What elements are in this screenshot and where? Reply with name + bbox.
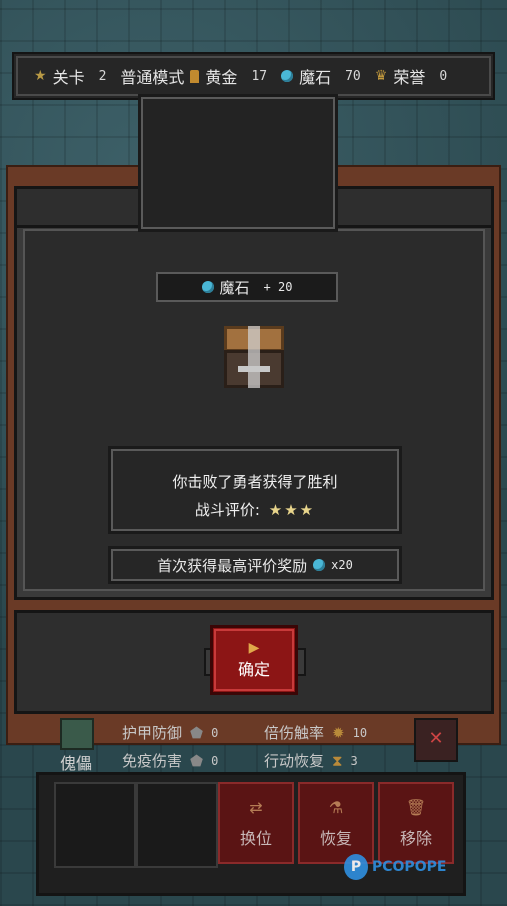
burst-icon: ✹ [332, 723, 345, 742]
confirm-button[interactable]: ▶ 确定 [210, 625, 298, 695]
restore-button[interactable]: ⚗ 恢复 [298, 782, 374, 864]
star-icon: ★ [34, 68, 47, 84]
victory-message-panel: 你击败了勇者获得了胜利 战斗评价: ★★★ [108, 446, 402, 534]
honor-value: 0 [439, 68, 448, 84]
honor-label: 荣誉 [393, 68, 426, 87]
reward-amount: + 20 [263, 280, 293, 294]
resource-bar: ★ 关卡 2 普通模式 黄金 17 魔石 70 ♛ 荣誉 0 [12, 52, 495, 100]
first-reward-amount: x20 [331, 558, 353, 572]
reward-label: 魔石 + 20 [156, 272, 338, 302]
swap-icon: ⇄ [249, 798, 263, 817]
rating-label: 战斗评价: [194, 501, 260, 519]
rating-stars: ★★★ [268, 501, 316, 519]
victory-message: 你击败了勇者获得了胜利 [172, 473, 338, 491]
watermark-logo: P PCOPOPE [344, 854, 446, 880]
empty-slot[interactable] [136, 782, 218, 868]
logo-icon: P [344, 854, 368, 880]
play-icon: ▶ [248, 640, 260, 656]
reward-name: 魔石 [219, 278, 250, 297]
gold-icon [190, 69, 200, 83]
treasure-chest-icon [224, 326, 284, 388]
shield-icon: ⬟ [190, 723, 204, 742]
victory-dialog: 游戏胜利 [14, 186, 494, 600]
close-icon[interactable]: ✕ [414, 718, 458, 762]
stat-armor: 护甲防御 ⬟ 0 [122, 723, 219, 743]
remove-button[interactable]: 🗑 移除 [378, 782, 454, 864]
empty-slot[interactable] [54, 782, 136, 868]
level-value: 2 [98, 68, 107, 84]
stat-immune: 免疫伤害 ⬟ 0 [122, 751, 219, 771]
stat-recovery: 行动恢复 ⧗ 3 [264, 751, 358, 771]
swap-button[interactable]: ⇄ 换位 [218, 782, 294, 864]
potion-icon: ⚗ [328, 798, 344, 817]
first-reward-text: 首次获得最高评价奖励 [157, 556, 308, 575]
battle-rating: 战斗评价: ★★★ [111, 499, 399, 520]
gem-value: 70 [345, 68, 361, 84]
reward-panel [138, 94, 338, 232]
gold-label: 黄金 [205, 68, 238, 87]
level-label: 关卡 [52, 68, 85, 87]
stat-crit: 倍伤触率 ✹ 10 [264, 723, 368, 743]
unit-stats: 护甲防御 ⬟ 0 倍伤触率 ✹ 10 免疫伤害 ⬟ 0 行动恢复 ⧗ 3 [50, 718, 462, 776]
first-reward-panel: 首次获得最高评价奖励 x20 [108, 546, 402, 584]
gem-icon [201, 281, 214, 293]
hourglass-icon: ⧗ [332, 751, 343, 770]
mode-label: 普通模式 [120, 68, 185, 87]
shield-icon: ⬟ [190, 751, 204, 770]
gold-value: 17 [251, 68, 268, 84]
gem-label: 魔石 [299, 68, 332, 87]
crown-icon: ♛ [374, 68, 388, 84]
gem-icon [281, 70, 294, 82]
trash-icon: 🗑 [405, 798, 427, 817]
confirm-label: 确定 [237, 660, 270, 679]
gem-icon [313, 559, 326, 571]
